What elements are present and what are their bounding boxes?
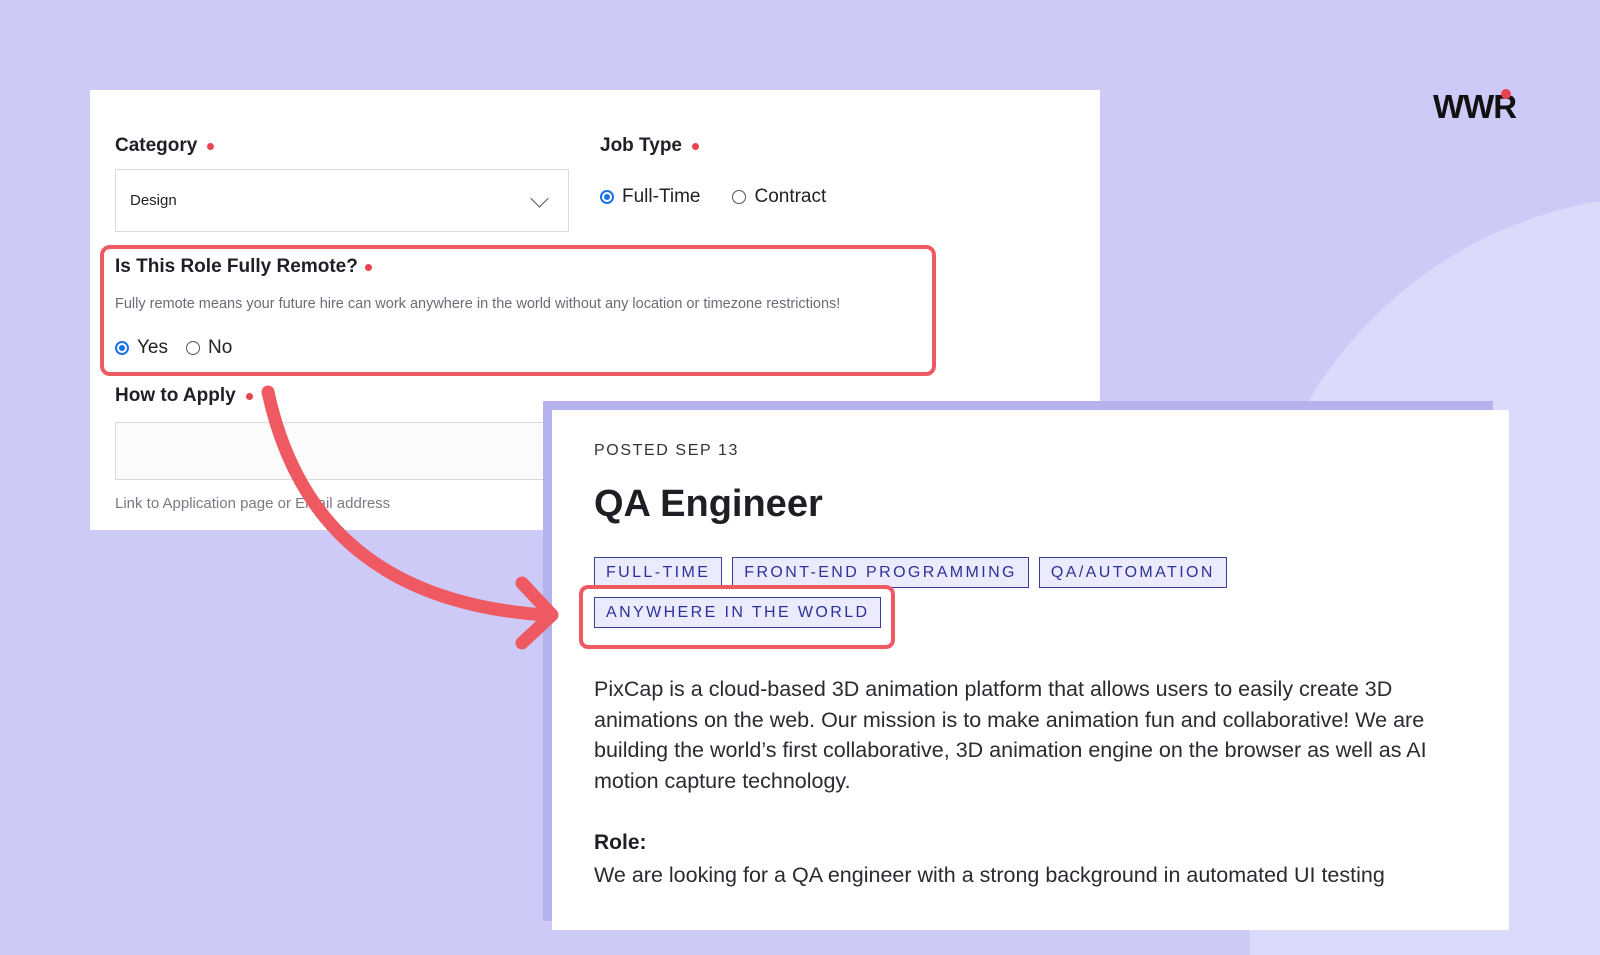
radio-selected[interactable] [600, 190, 614, 204]
job-title: QA Engineer [594, 483, 823, 525]
tag-full-time[interactable]: FULL-TIME [594, 557, 723, 588]
category-label: Category [115, 135, 215, 157]
tag-qa-automation[interactable]: QA/AUTOMATION [1038, 557, 1227, 588]
required-dot [207, 142, 215, 150]
how-to-apply-input[interactable] [115, 422, 569, 480]
tag-front-end-programming[interactable]: FRONT-END PROGRAMMING [732, 557, 1029, 588]
job-type-label: Job Type [600, 135, 699, 157]
job-listing-card: POSTED SEP 13 QA Engineer FULL-TIME FRON… [552, 410, 1509, 930]
job-description: PixCap is a cloud-based 3D animation pla… [594, 677, 1427, 793]
category-label-text: Category [115, 135, 198, 156]
job-type-option-full-time[interactable]: Full-Time [600, 186, 700, 208]
option-label: Full-Time [622, 186, 701, 207]
radio-unselected[interactable] [732, 190, 747, 204]
required-dot [692, 142, 699, 150]
job-type-label-text: Job Type [600, 135, 682, 156]
remote-highlight-box [100, 245, 936, 376]
option-label: Contract [754, 186, 827, 207]
job-type-option-contract[interactable]: Contract [732, 186, 826, 208]
job-type-options: Full-Time Contract [600, 186, 858, 208]
chevron-down-icon [530, 189, 549, 208]
anywhere-tag-highlight-box [579, 585, 895, 649]
logo-dot [1501, 89, 1511, 99]
role-text: We are looking for a QA engineer with a … [594, 863, 1385, 887]
how-to-apply-label: How to Apply [115, 385, 253, 407]
how-to-apply-help: Link to Application page or Email addres… [115, 495, 391, 512]
required-dot [245, 392, 253, 400]
category-select[interactable]: Design [115, 169, 569, 232]
role-heading: Role: [594, 831, 647, 854]
category-selected-value: Design [130, 192, 177, 209]
how-to-apply-label-text: How to Apply [115, 385, 236, 406]
posted-date: POSTED SEP 13 [594, 442, 740, 459]
